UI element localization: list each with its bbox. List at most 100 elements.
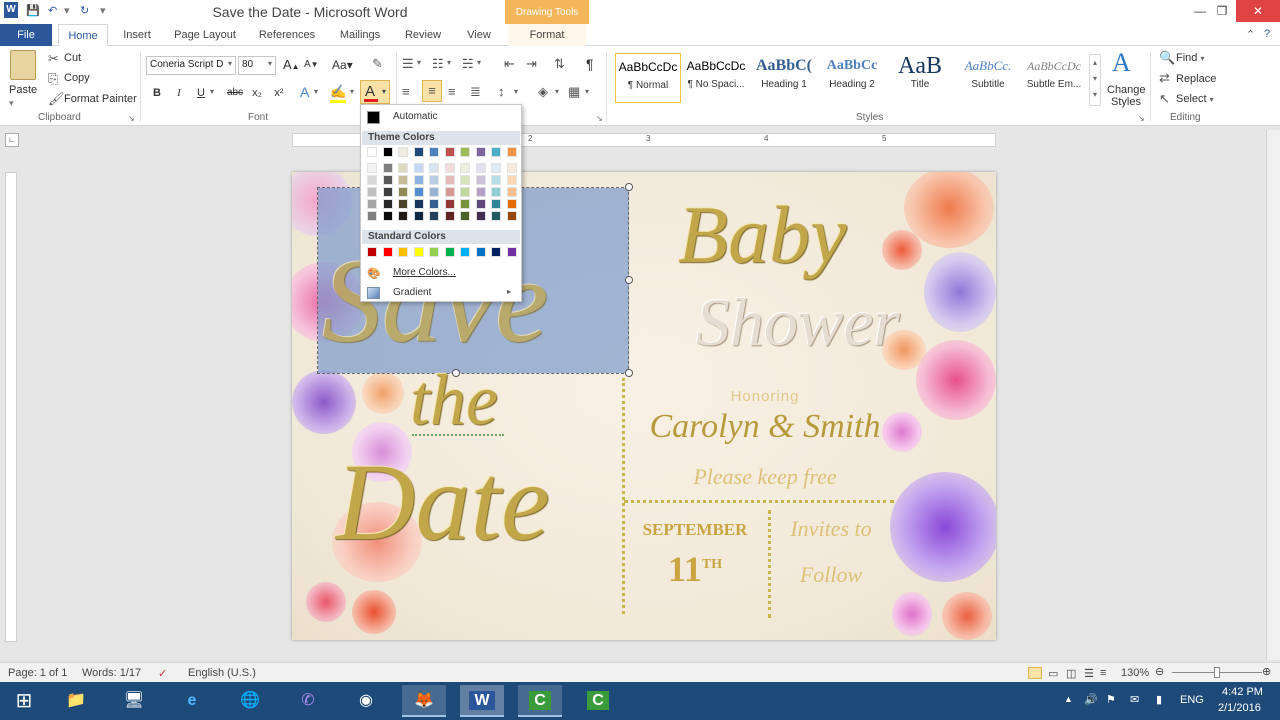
print-layout-icon[interactable]	[1028, 667, 1042, 679]
theme-shade-swatch[interactable]	[398, 187, 408, 197]
text-effects-dropdown-icon[interactable]: ▾	[314, 87, 318, 96]
page-count[interactable]: Page: 1 of 1	[8, 667, 67, 679]
theme-shade-swatch[interactable]	[429, 187, 439, 197]
gradient-option[interactable]: Gradient	[393, 287, 431, 298]
tab-references[interactable]: References	[252, 24, 322, 46]
notification-flag-icon[interactable]: ⚑	[1106, 693, 1116, 706]
subscript-button[interactable]: x₂	[248, 84, 266, 102]
theme-shade-swatch[interactable]	[491, 187, 501, 197]
replace-icon[interactable]: ⇄	[1159, 70, 1170, 86]
format-painter-icon[interactable]: 🖌	[48, 91, 65, 107]
align-center-icon[interactable]: ≡	[422, 80, 442, 102]
tab-review[interactable]: Review	[398, 24, 448, 46]
numbering-dropdown-icon[interactable]: ▾	[447, 58, 451, 67]
theme-color-swatch[interactable]	[413, 147, 424, 157]
action-center-icon[interactable]: ✉	[1130, 693, 1139, 706]
standard-color-swatch[interactable]	[413, 247, 424, 257]
standard-color-swatch[interactable]	[429, 247, 439, 257]
shower-text[interactable]: Shower	[696, 282, 900, 362]
network-icon[interactable]: ▮	[1156, 693, 1162, 706]
multilevel-list-icon[interactable]: ☵	[462, 56, 474, 72]
theme-shade-swatch[interactable]	[413, 187, 424, 197]
theme-shade-swatch[interactable]	[491, 163, 501, 173]
word-taskbar-icon[interactable]: W	[460, 685, 504, 717]
theme-shade-swatch[interactable]	[444, 187, 455, 197]
theme-shade-swatch[interactable]	[475, 211, 486, 221]
standard-color-swatch[interactable]	[475, 247, 486, 257]
theme-shade-swatch[interactable]	[382, 199, 393, 209]
theme-shade-swatch[interactable]	[382, 211, 393, 221]
close-button[interactable]: ✕	[1236, 0, 1280, 22]
clipboard-launcher-icon[interactable]: ↘	[128, 114, 135, 123]
increase-indent-icon[interactable]: ⇥	[526, 56, 537, 72]
theme-color-swatch[interactable]	[475, 147, 486, 157]
zoom-level[interactable]: 130%	[1121, 667, 1149, 679]
theme-shade-swatch[interactable]	[491, 199, 501, 209]
theme-shade-swatch[interactable]	[382, 175, 393, 185]
theme-shade-swatch[interactable]	[506, 211, 517, 221]
theme-color-swatch[interactable]	[367, 147, 377, 157]
standard-color-swatch[interactable]	[460, 247, 470, 257]
full-screen-reading-icon[interactable]: ▭	[1048, 667, 1058, 680]
viber-icon[interactable]: ✆	[286, 685, 330, 717]
tab-view[interactable]: View	[458, 24, 500, 46]
theme-shade-swatch[interactable]	[475, 199, 486, 209]
day-text[interactable]: 11TH	[628, 548, 762, 590]
justify-icon[interactable]: ≣	[470, 84, 481, 100]
more-colors-option[interactable]: More Colors...	[393, 267, 456, 278]
theme-shade-swatch[interactable]	[491, 175, 501, 185]
the-text[interactable]: the	[410, 360, 498, 440]
theme-shade-swatch[interactable]	[475, 163, 486, 173]
theme-shade-swatch[interactable]	[475, 187, 486, 197]
firefox-icon[interactable]: 🦊	[402, 685, 446, 717]
minimize-ribbon-icon[interactable]: ⌃	[1246, 28, 1255, 41]
tab-selector[interactable]: ∟	[5, 133, 19, 147]
paste-dropdown-icon[interactable]: ▾	[9, 98, 14, 109]
paste-button[interactable]: Paste	[9, 84, 37, 96]
styles-scroll[interactable]: ▴ ▾ ▾	[1089, 54, 1101, 106]
text-effects-icon[interactable]: A	[300, 84, 309, 100]
theme-shade-swatch[interactable]	[398, 211, 408, 221]
globe-app-icon[interactable]: 🌐	[228, 685, 272, 717]
resize-handle[interactable]	[625, 369, 633, 377]
italic-button[interactable]: I	[170, 84, 188, 102]
baby-text[interactable]: Baby	[678, 190, 846, 280]
date-text[interactable]: Date	[336, 442, 550, 562]
internet-explorer-icon[interactable]: e	[170, 685, 214, 717]
tab-home[interactable]: Home	[58, 24, 108, 47]
proofing-icon[interactable]: ✓	[158, 667, 167, 680]
file-explorer-icon[interactable]: 📁	[54, 685, 98, 717]
theme-shade-swatch[interactable]	[413, 163, 424, 173]
line-spacing-dropdown-icon[interactable]: ▾	[514, 87, 518, 96]
resize-handle[interactable]	[625, 276, 633, 284]
volume-icon[interactable]: 🔊	[1084, 693, 1098, 706]
clock-time[interactable]: 4:42 PM	[1222, 686, 1263, 698]
theme-shade-swatch[interactable]	[367, 187, 377, 197]
language-indicator[interactable]: English (U.S.)	[188, 667, 256, 679]
theme-shade-swatch[interactable]	[413, 175, 424, 185]
styles-launcher-icon[interactable]: ↘	[1138, 114, 1145, 123]
tab-insert[interactable]: Insert	[114, 24, 160, 46]
find-button[interactable]: Find ▾	[1176, 52, 1204, 64]
style-heading-2[interactable]: AaBbCc Heading 2	[819, 53, 885, 103]
theme-shade-swatch[interactable]	[444, 163, 455, 173]
line-spacing-icon[interactable]: ↕	[498, 84, 505, 99]
outline-icon[interactable]: ☰	[1084, 667, 1094, 680]
web-layout-icon[interactable]: ◫	[1066, 667, 1076, 680]
theme-shade-swatch[interactable]	[444, 175, 455, 185]
vertical-ruler[interactable]	[5, 172, 17, 642]
theme-color-swatch[interactable]	[382, 147, 393, 157]
theme-shade-swatch[interactable]	[506, 187, 517, 197]
clock-date[interactable]: 2/1/2016	[1218, 702, 1261, 714]
font-color-menu[interactable]: Automatic Theme Colors Standard Colors 🎨…	[360, 104, 522, 302]
underline-dropdown-icon[interactable]: ▾	[210, 87, 214, 96]
invites-line-1[interactable]: Invites to	[776, 516, 886, 542]
automatic-option[interactable]: Automatic	[393, 111, 437, 122]
clear-formatting-icon[interactable]: ✎	[372, 56, 383, 72]
bold-button[interactable]: B	[148, 84, 166, 102]
theme-color-swatch[interactable]	[491, 147, 501, 157]
word-count[interactable]: Words: 1/17	[82, 667, 141, 679]
copy-icon[interactable]: ⎘	[48, 71, 58, 87]
style-normal[interactable]: AaBbCcDc ¶ Normal	[615, 53, 681, 103]
strikethrough-button[interactable]: abc	[224, 84, 246, 102]
